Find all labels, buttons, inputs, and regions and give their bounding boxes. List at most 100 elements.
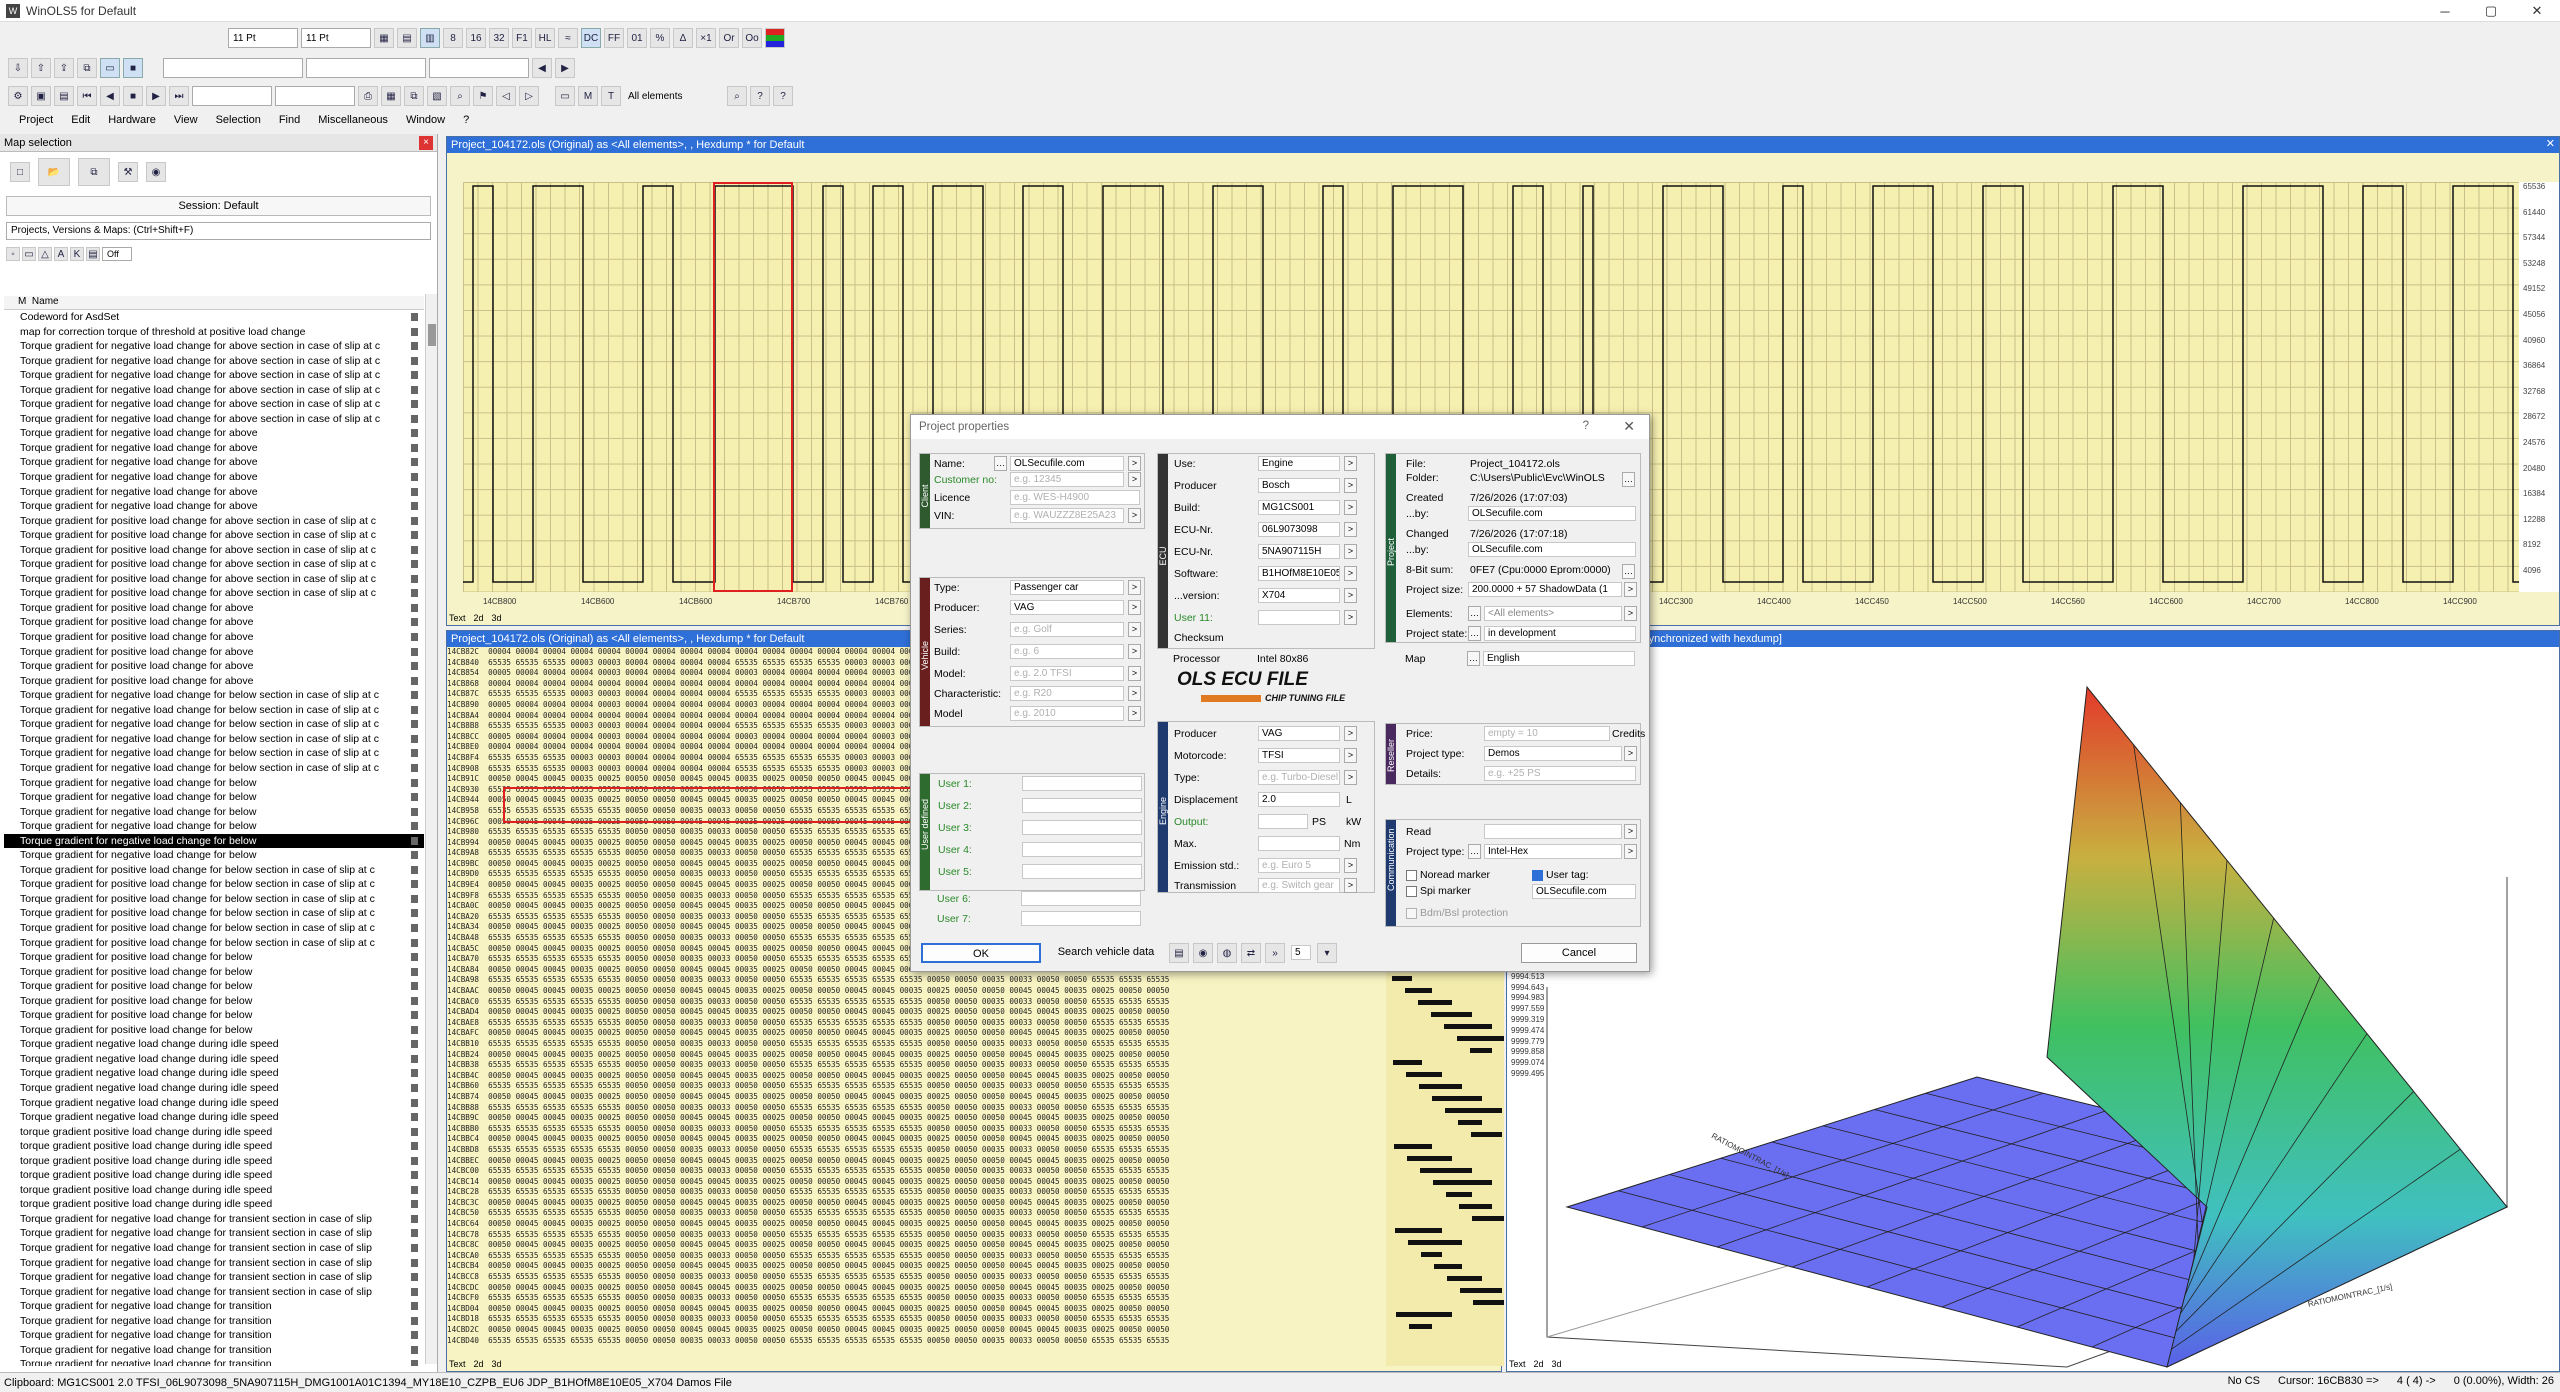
options-icon[interactable]: ▾: [1317, 943, 1337, 963]
map-list-item[interactable]: Torque gradient for negative load change…: [4, 1343, 424, 1358]
map-view-icon[interactable]: ▧: [427, 86, 447, 106]
globe-icon[interactable]: ◉: [1193, 943, 1213, 963]
noread-marker-checkbox[interactable]: [1406, 870, 1417, 881]
series-button[interactable]: >: [1128, 622, 1141, 637]
map-list-item[interactable]: Torque gradient for positive load change…: [4, 557, 424, 572]
view2-icon[interactable]: ■: [123, 58, 143, 78]
3d-plot[interactable]: [1507, 647, 2560, 1371]
range-select-2[interactable]: [275, 86, 355, 106]
range-select[interactable]: [192, 86, 272, 106]
filter-icon[interactable]: A: [54, 247, 68, 261]
ecu-nr1-field[interactable]: 06L9073098: [1258, 522, 1340, 537]
ecu-use-select[interactable]: Engine: [1258, 456, 1340, 471]
created-by-field[interactable]: OLSecufile.com: [1468, 506, 1636, 521]
map-list-item[interactable]: Torque gradient for negative load change…: [4, 426, 424, 441]
map-list-item[interactable]: Torque gradient for negative load change…: [4, 732, 424, 747]
colors-icon[interactable]: ◍: [1217, 943, 1237, 963]
back-icon[interactable]: ◀: [532, 58, 552, 78]
map-list-item[interactable]: Torque gradient negative load change dur…: [4, 1110, 424, 1125]
left-icon[interactable]: ◁: [496, 86, 516, 106]
map-list-item[interactable]: Codeword for AsdSet: [4, 310, 424, 325]
last-icon[interactable]: ⏭: [169, 86, 189, 106]
map-list-item[interactable]: Torque gradient for positive load change…: [4, 615, 424, 630]
user11-field[interactable]: [1258, 610, 1340, 625]
map-list-item[interactable]: Torque gradient for positive load change…: [4, 921, 424, 936]
new-icon[interactable]: □: [10, 162, 30, 182]
close-icon[interactable]: ✕: [2546, 137, 2555, 150]
user4-field[interactable]: [1022, 842, 1142, 857]
map-list-item[interactable]: map for correction torque of threshold a…: [4, 325, 424, 340]
search-vehicle-data-button[interactable]: Search vehicle data: [1051, 943, 1161, 963]
vehicle-producer-button[interactable]: >: [1128, 600, 1141, 615]
map-list-item[interactable]: Torque gradient for positive load change…: [4, 659, 424, 674]
software-button[interactable]: >: [1344, 566, 1357, 581]
map-list-item[interactable]: Torque gradient for positive load change…: [4, 630, 424, 645]
model-field[interactable]: e.g. 2.0 TFSI: [1010, 666, 1124, 681]
hex-icon[interactable]: 16: [466, 28, 486, 48]
map-list-item[interactable]: Torque gradient for positive load change…: [4, 543, 424, 558]
count-field[interactable]: 5: [1291, 945, 1311, 960]
select-box-2[interactable]: [306, 58, 426, 78]
vin-field[interactable]: e.g. WAUZZZ8E25A23: [1010, 508, 1124, 523]
map-list-item[interactable]: Torque gradient for positive load change…: [4, 877, 424, 892]
series-field[interactable]: e.g. Golf: [1010, 622, 1124, 637]
map-list-item[interactable]: Torque gradient for negative load change…: [4, 441, 424, 456]
map-list-item[interactable]: Torque gradient for positive load change…: [4, 950, 424, 965]
map-list-item[interactable]: Torque gradient for negative load change…: [4, 703, 424, 718]
project-size-field[interactable]: 200.0000 + 57 ShadowData (1: [1468, 582, 1622, 597]
ecu-nr1-button[interactable]: >: [1344, 522, 1357, 537]
map-list-item[interactable]: Torque gradient for negative load change…: [4, 790, 424, 805]
map-list-item[interactable]: Torque gradient for negative load change…: [4, 339, 424, 354]
map-list-item[interactable]: Torque gradient for negative load change…: [4, 776, 424, 791]
map-list-item[interactable]: Torque gradient for negative load change…: [4, 368, 424, 383]
ecu-nr2-field[interactable]: 5NA907115H: [1258, 544, 1340, 559]
map-list-item[interactable]: torque gradient positive load change dur…: [4, 1125, 424, 1140]
map-list-item[interactable]: Torque gradient for negative load change…: [4, 805, 424, 820]
save-icon[interactable]: ⇧: [31, 58, 51, 78]
map-list-item[interactable]: Torque gradient for negative load change…: [4, 412, 424, 427]
ecu-nr2-button[interactable]: >: [1344, 544, 1357, 559]
filter-icon[interactable]: △: [38, 247, 52, 261]
reseller-project-type-field[interactable]: Demos: [1484, 746, 1622, 761]
help-icon[interactable]: ?: [1583, 420, 1589, 432]
model-year-field[interactable]: e.g. 2010: [1010, 706, 1124, 721]
menu-edit[interactable]: Edit: [62, 112, 99, 130]
map-language-select[interactable]: English: [1483, 651, 1635, 666]
build-field[interactable]: e.g. 6: [1010, 644, 1124, 659]
user6-field[interactable]: [1021, 891, 1141, 906]
hex-view-icon[interactable]: ▭: [555, 86, 575, 106]
map-list-item[interactable]: Torque gradient for positive load change…: [4, 863, 424, 878]
map-list-item[interactable]: Torque gradient for negative load change…: [4, 833, 424, 849]
map-list-item[interactable]: Torque gradient for negative load change…: [4, 717, 424, 732]
x1-icon[interactable]: ×1: [696, 28, 716, 48]
bdm-protection-checkbox[interactable]: [1406, 908, 1417, 919]
tab-text[interactable]: Text: [449, 1359, 466, 1369]
map-list-item[interactable]: Torque gradient for negative load change…: [4, 383, 424, 398]
tab-2d[interactable]: 2d: [1534, 1359, 1544, 1369]
select-box[interactable]: [163, 58, 303, 78]
elements-picker-button[interactable]: …: [1468, 606, 1481, 621]
import-icon[interactable]: ⇪: [54, 58, 74, 78]
menu-find[interactable]: Find: [270, 112, 309, 130]
map-list-item[interactable]: Torque gradient for positive load change…: [4, 1023, 424, 1038]
wave-icon[interactable]: ≈: [558, 28, 578, 48]
filter-icon[interactable]: K: [70, 247, 84, 261]
map-list-item[interactable]: Torque gradient for negative load change…: [4, 688, 424, 703]
col-name[interactable]: Name: [32, 296, 59, 307]
vehicle-type-button[interactable]: >: [1128, 580, 1141, 595]
motorcode-field[interactable]: TFSI: [1258, 748, 1340, 763]
orig-orig-icon[interactable]: Oo: [742, 28, 762, 48]
project-state-picker[interactable]: …: [1468, 626, 1481, 641]
elements-selector[interactable]: All elements: [624, 86, 724, 106]
user-tag-field[interactable]: OLSecufile.com: [1532, 884, 1636, 899]
map-list-item[interactable]: Torque gradient for positive load change…: [4, 601, 424, 616]
map-list-item[interactable]: torque gradient positive load change dur…: [4, 1139, 424, 1154]
map-list-item[interactable]: Torque gradient for positive load change…: [4, 936, 424, 951]
hex-minimap[interactable]: [1386, 946, 1522, 1366]
font-size-select-2[interactable]: 11 Pt: [301, 28, 371, 48]
menu-selection[interactable]: Selection: [207, 112, 270, 130]
print-icon[interactable]: ⎙: [358, 86, 378, 106]
map-list-item[interactable]: Torque gradient for negative load change…: [4, 1285, 424, 1300]
find-icon[interactable]: ⌕: [727, 86, 747, 106]
select-box-3[interactable]: [429, 58, 529, 78]
